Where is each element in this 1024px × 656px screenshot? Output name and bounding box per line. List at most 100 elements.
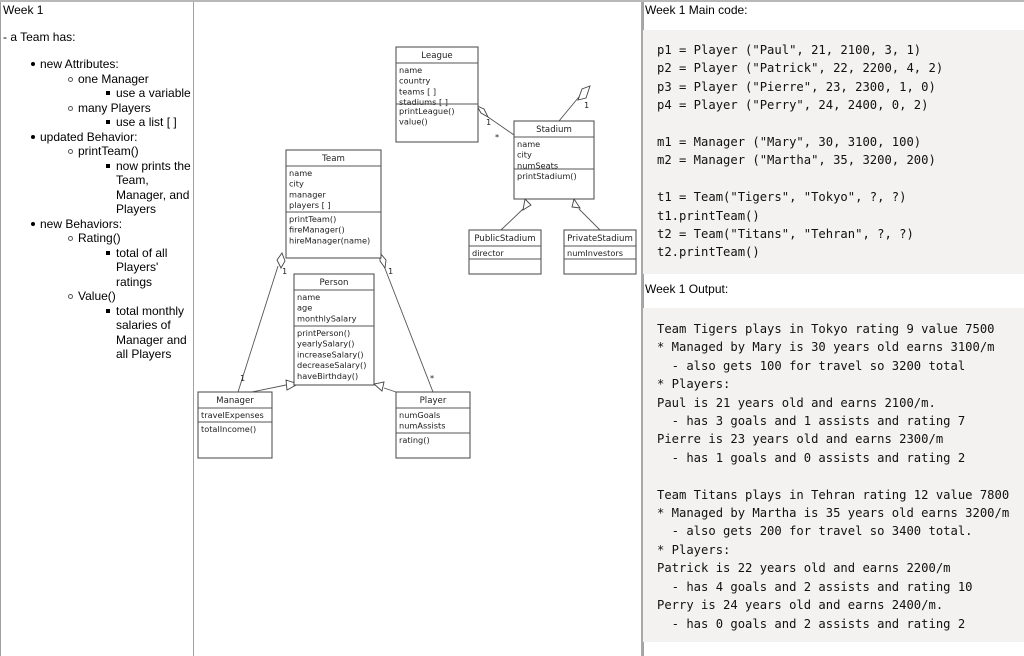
uml-diagram-column: 1 * 1 * 1 1 1 * bbox=[194, 2, 643, 656]
class-method: haveBirthday() bbox=[297, 371, 358, 381]
mult-league-stadium-many: * bbox=[495, 132, 499, 142]
class-name: PublicStadium bbox=[474, 234, 535, 244]
outline-item-level-1: updated Behavior: bbox=[1, 130, 195, 145]
class-attribute: age bbox=[297, 303, 312, 313]
output-line: * Managed by Mary is 30 years old earns … bbox=[657, 340, 995, 355]
league-stadium-association bbox=[487, 116, 515, 136]
outline-item-level-1: new Behaviors: bbox=[1, 217, 195, 232]
output-line: Paul is 21 years old and earns 2100/m. bbox=[657, 395, 936, 410]
class-name: PrivateStadium bbox=[567, 234, 633, 244]
outline-item-level-2: Value() bbox=[1, 289, 195, 304]
class-attribute: name bbox=[517, 139, 540, 149]
class-method: fireManager() bbox=[289, 225, 345, 235]
class-attribute: manager bbox=[289, 189, 326, 199]
class-stadium: StadiumnamecitynumSeatsprintStadium() bbox=[513, 120, 595, 200]
code-line: t1 = Team("Tigers", "Tokyo", ?, ?) bbox=[657, 190, 907, 205]
main-code-block: p1 = Player ("Paul", 21, 2100, 3, 1) p2 =… bbox=[643, 30, 1024, 274]
class-name: Person bbox=[320, 278, 349, 288]
class-private-stadium: PrivateStadium numInvestors bbox=[563, 229, 637, 275]
output-line: - also gets 100 for travel so 3200 total bbox=[657, 358, 966, 373]
class-attribute: numInvestors bbox=[567, 248, 623, 258]
class-attribute: director bbox=[472, 248, 504, 258]
league-stadium-aggregation-diamond bbox=[475, 105, 490, 119]
output-line: - has 1 goals and 0 assists and rating 2 bbox=[657, 450, 966, 465]
privatestadium-inherits-stadium bbox=[578, 208, 601, 231]
class-attribute: city bbox=[289, 179, 304, 189]
code-line: m2 = Manager ("Martha", 35, 3200, 200) bbox=[657, 153, 936, 168]
class-method: printPerson() bbox=[297, 328, 350, 338]
class-name: Manager bbox=[216, 396, 254, 406]
class-method: decreaseSalary() bbox=[297, 360, 366, 370]
class-public-stadium: PublicStadium director bbox=[468, 229, 542, 275]
inheritance-arrow-icon bbox=[571, 197, 581, 209]
class-method: printTeam() bbox=[289, 214, 336, 224]
output-line: * Players: bbox=[657, 542, 731, 557]
output-block: Team Tigers plays in Tokyo rating 9 valu… bbox=[643, 308, 1024, 642]
class-method: increaseSalary() bbox=[297, 349, 364, 359]
code-line: t1.printTeam() bbox=[657, 208, 760, 223]
class-attribute: monthlySalary bbox=[297, 313, 357, 323]
class-attribute: city bbox=[517, 150, 532, 160]
outline-item-level-2: printTeam() bbox=[1, 144, 195, 159]
class-attribute: numGoals bbox=[399, 410, 440, 420]
output-line: * Players: bbox=[657, 377, 731, 392]
notes-intro: - a Team has: bbox=[3, 30, 76, 44]
notes-column: Week 1 - a Team has: new Attributes: one … bbox=[0, 2, 194, 656]
player-inherits-person bbox=[383, 387, 397, 393]
mult-team-player-many: * bbox=[430, 373, 434, 383]
output-line: Patrick is 22 years old and earns 2200/m bbox=[657, 561, 951, 576]
mult-team-player-one: 1 bbox=[388, 266, 393, 276]
class-attribute: name bbox=[399, 65, 422, 75]
notes-title: Week 1 bbox=[3, 3, 44, 17]
class-attribute: numAssists bbox=[399, 421, 446, 431]
output-line: Team Titans plays in Tehran rating 12 va… bbox=[657, 487, 1010, 502]
outline-item-level-3: use a variable bbox=[1, 86, 194, 101]
outline-item-level-2: many Players bbox=[1, 101, 195, 116]
mult-league-stadium-one: 1 bbox=[486, 117, 491, 127]
output-line: * Managed by Martha is 35 years old earn… bbox=[657, 506, 1010, 521]
notes-outline: new Attributes: one Manager use a variable… bbox=[1, 57, 195, 362]
class-method: printLeague() bbox=[399, 106, 455, 116]
outline-item-level-3: total of all Players' ratings bbox=[1, 246, 194, 290]
class-person: PersonnameagemonthlySalary printPerson()y… bbox=[293, 273, 375, 386]
output-label: Week 1 Output: bbox=[645, 282, 729, 296]
code-line: t2 = Team("Titans", "Tehran", ?, ?) bbox=[657, 227, 914, 242]
outline-item-level-2: Rating() bbox=[1, 231, 195, 246]
uml-diagram: 1 * 1 * 1 1 1 * bbox=[197, 46, 637, 459]
code-line: p1 = Player ("Paul", 21, 2100, 3, 1) bbox=[657, 43, 922, 57]
output-line: - has 3 goals and 1 assists and rating 7 bbox=[657, 414, 966, 429]
class-attribute: name bbox=[289, 168, 312, 178]
class-attribute: players [ ] bbox=[289, 200, 331, 210]
class-name: Stadium bbox=[536, 125, 572, 135]
inheritance-arrow-icon bbox=[373, 381, 385, 392]
manager-inherits-person bbox=[251, 384, 287, 393]
code-line: p4 = Player ("Perry", 24, 2400, 0, 2) bbox=[657, 98, 929, 113]
class-method: rating() bbox=[399, 435, 430, 445]
main-code-label: Week 1 Main code: bbox=[645, 3, 748, 17]
class-name: Team bbox=[321, 154, 345, 164]
outline-item-level-1: new Attributes: bbox=[1, 57, 195, 72]
class-method: hireManager(name) bbox=[289, 235, 370, 245]
output-line: Pierre is 23 years old and earns 2300/m bbox=[657, 432, 944, 447]
class-name: League bbox=[421, 51, 452, 61]
code-line: p2 = Player ("Patrick", 22, 2200, 4, 2) bbox=[657, 61, 944, 76]
outline-item-level-3: use a list [ ] bbox=[1, 115, 194, 130]
mult-team-manager-bottom: 1 bbox=[240, 373, 245, 383]
class-attribute: country bbox=[399, 76, 430, 86]
class-attribute: teams [ ] bbox=[399, 86, 436, 96]
mult-league-team-one: 1 bbox=[584, 100, 589, 110]
outline-item-level-3: now prints the Team, Manager, and Player… bbox=[1, 159, 194, 217]
mult-team-manager-top: 1 bbox=[282, 266, 287, 276]
league-team-aggregation-diamond bbox=[577, 85, 591, 101]
output-line: Team Tigers plays in Tokyo rating 9 valu… bbox=[657, 322, 995, 336]
output-line: - also gets 200 for travel so 3400 total… bbox=[657, 524, 973, 539]
code-line: p3 = Player ("Pierre", 23, 2300, 1, 0) bbox=[657, 79, 936, 94]
class-attribute: travelExpenses bbox=[201, 410, 264, 420]
class-league: Leaguenamecountryteams [ ]stadiums [ ]pr… bbox=[395, 46, 479, 143]
code-line: t2.printTeam() bbox=[657, 245, 760, 260]
class-attribute: name bbox=[297, 292, 320, 302]
output-line: - has 4 goals and 2 assists and rating 1… bbox=[657, 579, 973, 594]
